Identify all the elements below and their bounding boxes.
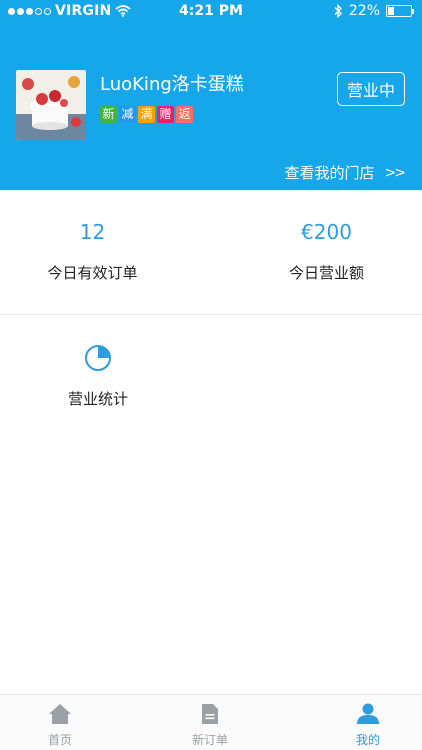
revenue-label: 今日营业额 (288, 264, 364, 282)
promo-tag-gift: 赠 (157, 106, 174, 123)
view-my-stores-link[interactable]: 查看我的门店 >> (284, 162, 407, 183)
tab-mine[interactable]: 我的 (328, 701, 408, 748)
business-statistics-label: 营业统计 (67, 390, 128, 408)
battery-icon (386, 5, 414, 17)
pie-chart-icon (84, 344, 112, 372)
bottom-tab-bar: 首页 新订单 我的 (0, 694, 422, 750)
revenue-stat[interactable]: €200 今日营业额 (221, 220, 422, 283)
bluetooth-icon (334, 4, 342, 18)
business-statistics-entry[interactable]: 营业统计 (35, 344, 161, 409)
promo-tag-new: 新 (100, 106, 117, 123)
promo-tag-cashback: 返 (176, 106, 193, 123)
store-image[interactable] (16, 70, 86, 140)
double-chevron-right-icon: >> (384, 164, 407, 181)
app-screen: VIRGIN 4:21 PM 22% LuoKing洛卡蛋糕 新 减 满 赠 返… (0, 0, 422, 750)
business-status-button[interactable]: 营业中 (337, 72, 405, 106)
store-name: LuoKing洛卡蛋糕 (100, 74, 244, 95)
today-stats: 12 今日有效订单 €200 今日营业额 (0, 190, 422, 315)
store-header: VIRGIN 4:21 PM 22% LuoKing洛卡蛋糕 新 减 满 赠 返… (0, 0, 422, 190)
battery-percent: 22% (348, 3, 380, 19)
valid-orders-value: 12 (79, 220, 106, 244)
revenue-value: €200 (301, 220, 352, 244)
promo-tag-full-reduction: 满 (138, 106, 155, 123)
document-icon (170, 701, 250, 727)
tab-new-orders-label: 新订单 (191, 733, 228, 747)
status-bar: VIRGIN 4:21 PM 22% (0, 0, 422, 24)
tab-new-orders[interactable]: 新订单 (170, 701, 250, 748)
user-icon (328, 701, 408, 727)
promo-tags: 新 减 满 赠 返 (100, 106, 193, 123)
view-stores-label: 查看我的门店 (284, 164, 375, 182)
home-icon (20, 701, 100, 727)
promo-tag-discount: 减 (119, 106, 136, 123)
tab-home-label: 首页 (47, 733, 72, 747)
tab-home[interactable]: 首页 (20, 701, 100, 748)
valid-orders-stat[interactable]: 12 今日有效订单 (0, 220, 198, 283)
valid-orders-label: 今日有效订单 (47, 264, 138, 282)
status-right: 22% (333, 3, 414, 19)
tab-mine-label: 我的 (355, 733, 380, 747)
